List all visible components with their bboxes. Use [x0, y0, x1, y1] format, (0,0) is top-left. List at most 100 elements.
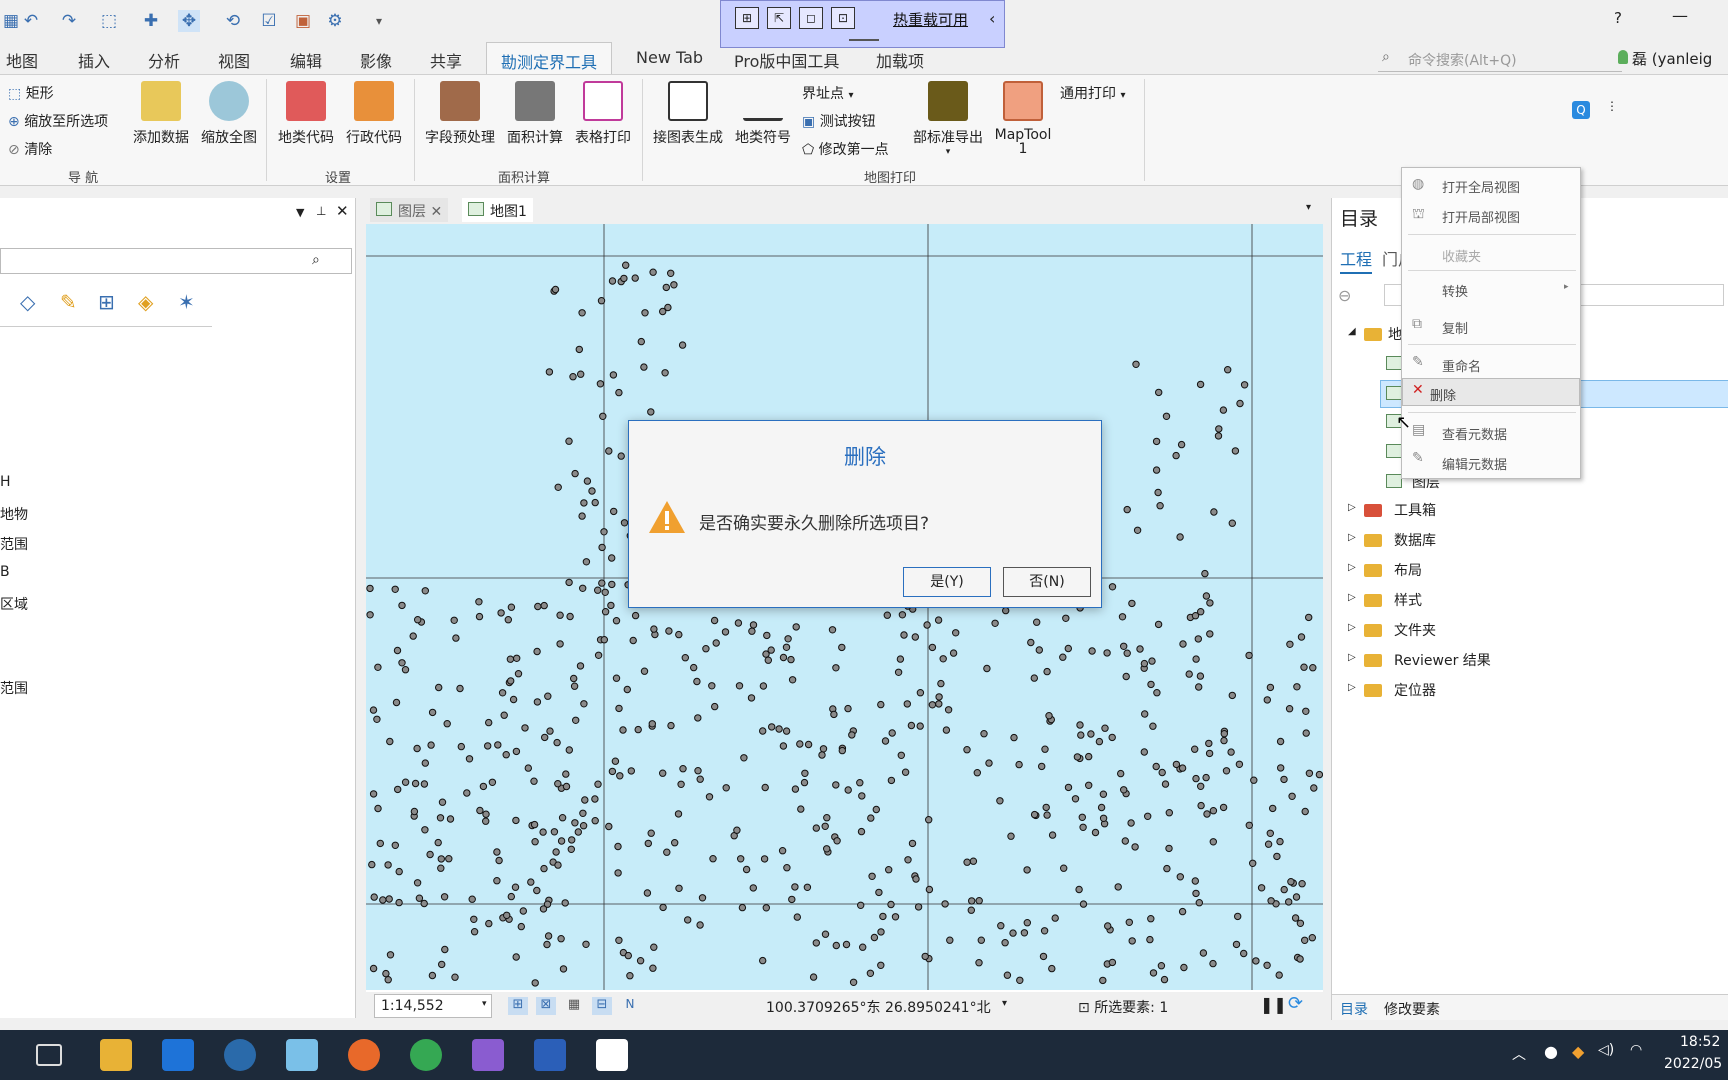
tree-item-style[interactable]: 样式: [1394, 590, 1422, 610]
expand-icon[interactable]: ▷: [1348, 682, 1356, 693]
collapse-icon[interactable]: ‹: [989, 9, 995, 28]
selected-features-count[interactable]: ⊡ 所选要素: 1: [1078, 997, 1168, 1017]
menu-item-copy[interactable]: 复制: [1442, 318, 1468, 337]
left-list-item[interactable]: H: [0, 474, 11, 490]
drag-handle[interactable]: [849, 39, 879, 41]
hot-reload-label[interactable]: 热重载可用: [893, 9, 968, 30]
hotreload-tool-2-icon[interactable]: ⇱: [767, 7, 791, 29]
expand-icon[interactable]: ▷: [1348, 562, 1356, 573]
left-list-item[interactable]: B: [0, 564, 10, 580]
north-icon[interactable]: N: [620, 997, 640, 1015]
meeting-app-icon[interactable]: [162, 1039, 194, 1071]
tree-item-database[interactable]: 数据库: [1394, 530, 1436, 550]
menu-item-rename[interactable]: 重命名: [1442, 356, 1481, 375]
tree-item-locators[interactable]: 定位器: [1394, 680, 1436, 700]
tree-item-reviewer[interactable]: Reviewer 结果: [1394, 650, 1491, 670]
tray-chevron-icon[interactable]: ︿: [1512, 1044, 1526, 1064]
close-icon[interactable]: ✕: [430, 204, 442, 220]
tab-analysis[interactable]: 分析: [148, 48, 180, 72]
map-item-icon[interactable]: [1386, 356, 1402, 370]
history-icon[interactable]: ⟲: [222, 10, 244, 32]
tree-item-folders[interactable]: 文件夹: [1394, 620, 1436, 640]
full-extent-button[interactable]: 缩放全图: [196, 81, 262, 147]
left-list-item[interactable]: 范围: [0, 534, 28, 554]
toolbox-icon[interactable]: ▣: [292, 10, 314, 32]
help-button[interactable]: ?: [1614, 9, 1622, 27]
test-button[interactable]: ▣ 测试按钮: [802, 111, 876, 131]
menu-item-delete[interactable]: 删除: [1430, 385, 1456, 404]
area-calc-button[interactable]: 面积计算: [502, 81, 568, 147]
no-button[interactable]: 否(N): [1003, 567, 1091, 597]
zoom-selected-tool[interactable]: ⊕ 缩放至所选项: [8, 111, 108, 131]
quick-icon[interactable]: Q: [1572, 101, 1590, 119]
tab-imagery[interactable]: 影像: [360, 48, 392, 72]
menu-item-open-global[interactable]: 打开全局视图: [1442, 177, 1520, 196]
boundary-point-dropdown[interactable]: 界址点 ▾: [802, 83, 853, 103]
tab-modify-features[interactable]: 修改要素: [1384, 999, 1440, 1019]
menu-item-open-local[interactable]: 打开局部视图: [1442, 207, 1520, 226]
app-icon[interactable]: ▦: [0, 10, 22, 32]
menu-item-edit-metadata[interactable]: 编辑元数据: [1442, 454, 1507, 473]
back-icon[interactable]: ⊖: [1338, 286, 1351, 305]
file-explorer-icon[interactable]: [100, 1039, 132, 1071]
pencil-icon[interactable]: ✎: [60, 290, 77, 314]
expand-icon[interactable]: ▷: [1348, 502, 1356, 513]
notepad-icon[interactable]: [596, 1039, 628, 1071]
chevron-down-icon[interactable]: ▾: [1306, 202, 1311, 213]
sheet-index-button[interactable]: 接图表生成: [648, 81, 728, 147]
expand-icon[interactable]: ▷: [1348, 622, 1356, 633]
tab-map1[interactable]: 地图1: [462, 198, 533, 222]
search-app-icon[interactable]: [224, 1039, 256, 1071]
undo-icon[interactable]: ↶: [20, 10, 42, 32]
wifi-icon[interactable]: ◠: [1630, 1042, 1642, 1058]
tab-new[interactable]: New Tab: [636, 48, 703, 67]
browser-icon[interactable]: [410, 1039, 442, 1071]
tree-item-layout[interactable]: 布局: [1394, 560, 1422, 580]
edit-tool-1-icon[interactable]: ◇: [20, 290, 35, 314]
chevron-down-icon[interactable]: ▾: [1002, 998, 1007, 1009]
pin-icon[interactable]: ⊥: [316, 204, 326, 218]
firefox-icon[interactable]: [348, 1039, 380, 1071]
tree-item-toolbox[interactable]: 工具箱: [1394, 500, 1436, 520]
tab-survey-tools[interactable]: 勘测定界工具: [486, 42, 613, 75]
app-tray-icon[interactable]: ◆: [1572, 1042, 1584, 1061]
rect-tool[interactable]: ⬚ 矩形: [8, 83, 54, 103]
left-list-item[interactable]: 地物: [0, 504, 28, 524]
menu-item-convert[interactable]: 转换: [1442, 281, 1468, 300]
pause-icon[interactable]: ❚❚: [1260, 995, 1287, 1014]
tools-icon[interactable]: ⚙: [324, 10, 346, 32]
tab-project[interactable]: 工程: [1340, 246, 1373, 274]
select-icon[interactable]: ⬚: [98, 10, 120, 32]
scale-selector[interactable]: 1:14,552: [374, 994, 492, 1018]
customize-icon[interactable]: ▾: [368, 10, 390, 32]
add-data-icon[interactable]: ✚: [140, 10, 162, 32]
expand-icon[interactable]: ▷: [1348, 652, 1356, 663]
menu-item-favorites[interactable]: 收藏夹: [1442, 246, 1481, 265]
arcgis-icon[interactable]: [286, 1039, 318, 1071]
yes-button[interactable]: 是(Y): [903, 567, 991, 597]
clock-date[interactable]: 2022/05: [1664, 1056, 1722, 1072]
left-list-item[interactable]: 范围: [0, 678, 28, 698]
clear-tool[interactable]: ⊘ 清除: [8, 139, 52, 159]
grid-snap-icon[interactable]: ⊠: [536, 997, 556, 1015]
tab-pro-china-tools[interactable]: Pro版中国工具: [734, 48, 839, 72]
left-search-input[interactable]: [0, 248, 352, 274]
standard-export-button[interactable]: 部标准导出 ▾: [908, 81, 988, 157]
land-symbol-button[interactable]: 地类符号: [730, 81, 796, 147]
tab-view[interactable]: 视图: [218, 48, 250, 72]
collapse-icon[interactable]: ◢: [1348, 326, 1356, 337]
command-search-input[interactable]: 命令搜索(Alt+Q): [1378, 44, 1622, 72]
add-data-button[interactable]: 添加数据: [128, 81, 194, 147]
table-print-button[interactable]: 表格打印: [570, 81, 636, 147]
menu-item-view-metadata[interactable]: 查看元数据: [1442, 424, 1507, 443]
admin-code-button[interactable]: 行政代码: [340, 81, 408, 147]
microphone-icon[interactable]: ●: [1544, 1042, 1558, 1061]
tab-catalog[interactable]: 目录: [1340, 999, 1368, 1019]
tab-layer[interactable]: 图层 ✕: [370, 198, 449, 222]
pane-menu-icon[interactable]: ▼: [296, 206, 304, 219]
check-icon[interactable]: ☑: [258, 10, 280, 32]
constraint-icon[interactable]: ⊟: [592, 997, 612, 1015]
map-item-icon[interactable]: [1386, 444, 1402, 458]
hotreload-tool-4-icon[interactable]: ⊡: [831, 7, 855, 29]
add-feature-icon[interactable]: ⊞: [98, 290, 115, 314]
